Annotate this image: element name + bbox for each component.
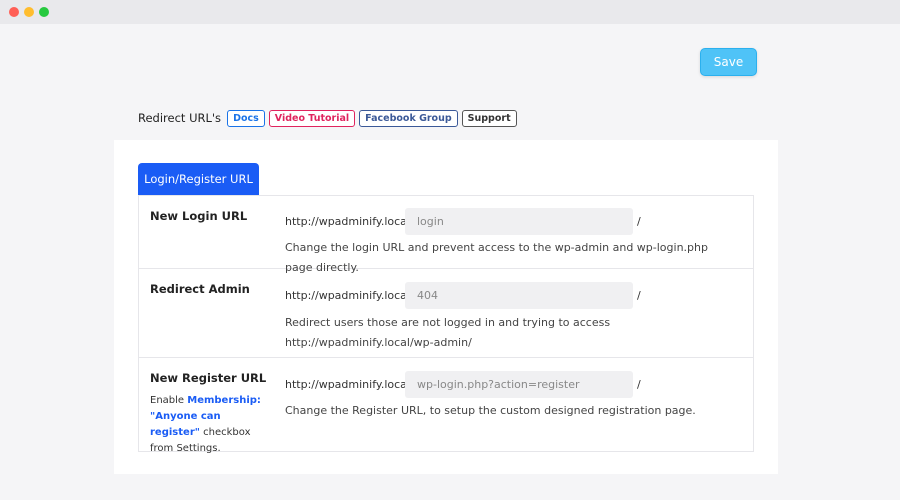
support-link[interactable]: Support xyxy=(461,109,517,127)
settings-table: New Login URL http://wpadminify.local/ /… xyxy=(138,195,754,454)
table-row: New Login URL http://wpadminify.local/ /… xyxy=(139,196,753,274)
url-suffix: / xyxy=(637,289,641,302)
row-label: Redirect Admin xyxy=(150,282,250,296)
row-label: New Register URL xyxy=(150,371,267,385)
url-prefix: http://wpadminify.local/ xyxy=(285,215,414,228)
video-tutorial-link[interactable]: Video Tutorial xyxy=(268,109,356,127)
new-register-url-input[interactable] xyxy=(405,371,633,398)
close-window-button[interactable] xyxy=(9,7,19,17)
url-prefix: http://wpadminify.local/ xyxy=(285,378,414,391)
help-text: Redirect users those are not logged in a… xyxy=(285,316,611,349)
maximize-window-button[interactable] xyxy=(39,7,49,17)
table-row: New Register URL Enable Membership: "Any… xyxy=(139,358,753,454)
redirect-admin-input[interactable] xyxy=(405,282,633,309)
facebook-group-link[interactable]: Facebook Group xyxy=(359,109,458,127)
url-prefix: http://wpadminify.local/ xyxy=(285,289,414,302)
table-row: Redirect Admin http://wpadminify.local/ … xyxy=(139,269,753,358)
url-suffix: / xyxy=(637,215,641,228)
tab-login-register-url[interactable]: Login/Register URL xyxy=(138,163,259,195)
links-title: Redirect URL's xyxy=(138,111,222,125)
minimize-window-button[interactable] xyxy=(24,7,34,17)
register-note-pre: Enable xyxy=(150,395,188,406)
help-text: Change the Register URL, to setup the cu… xyxy=(285,404,696,417)
url-suffix: / xyxy=(637,378,641,391)
window-titlebar xyxy=(0,0,900,24)
new-login-url-input[interactable] xyxy=(405,208,633,235)
save-button[interactable]: Save xyxy=(700,48,757,76)
row-label: New Login URL xyxy=(150,209,248,223)
docs-link[interactable]: Docs xyxy=(227,109,265,127)
redirect-links-row: Redirect URL's Docs Video Tutorial Faceb… xyxy=(138,108,517,128)
register-note: Enable Membership: "Anyone can register"… xyxy=(150,393,270,457)
